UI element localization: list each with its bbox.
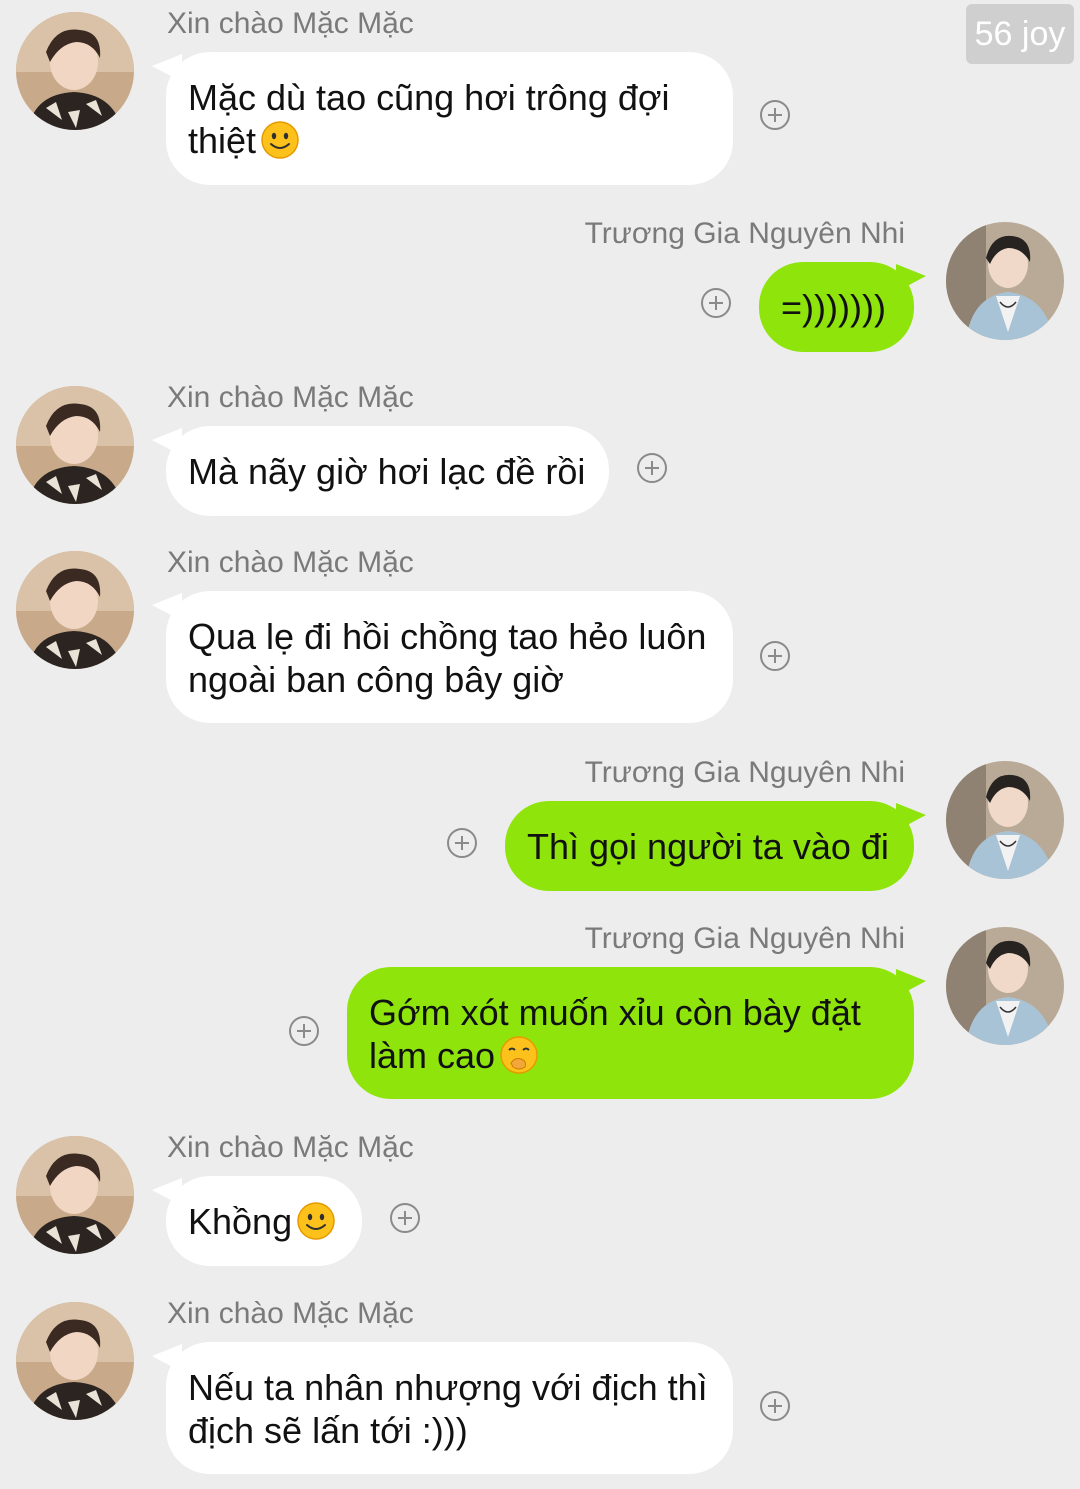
sender-name: Xin chào Mặc Mặc xyxy=(167,1131,414,1164)
sender-name: Xin chào Mặc Mặc xyxy=(167,381,414,414)
sender-name: Xin chào Mặc Mặc xyxy=(167,546,414,579)
message-text-line: địch sẽ lấn tới :))) xyxy=(188,1410,468,1451)
message-text-line: Mà nãy giờ hơi lạc đề rồi xyxy=(188,451,586,492)
add-reaction-icon[interactable] xyxy=(701,288,731,318)
avatar-photo xyxy=(16,386,134,504)
avatar-photo xyxy=(16,1302,134,1420)
message-bubble[interactable]: Qua lẹ đi hồi chồng tao hẻo luôn ngoài b… xyxy=(166,591,733,723)
message-text-line: =))))))) xyxy=(781,287,886,328)
sender-name: Trương Gia Nguyên Nhi xyxy=(584,756,905,789)
avatar[interactable] xyxy=(946,222,1064,340)
message-text-line: Thì gọi người ta vào đi xyxy=(527,826,889,867)
message-text-line: Khồng xyxy=(188,1201,293,1242)
avatar-photo xyxy=(946,927,1064,1045)
watermark: 56 joy xyxy=(966,4,1074,64)
avatar-photo xyxy=(946,761,1064,879)
add-reaction-icon[interactable] xyxy=(637,453,667,483)
message-bubble[interactable]: Nếu ta nhân nhượng với địch thì địch sẽ … xyxy=(166,1342,733,1474)
avatar-photo xyxy=(946,222,1064,340)
add-reaction-icon[interactable] xyxy=(289,1016,319,1046)
message-text-line: Gớm xót muốn xỉu còn bày đặt xyxy=(369,992,861,1033)
avatar[interactable] xyxy=(946,761,1064,879)
sender-name: Xin chào Mặc Mặc xyxy=(167,1297,414,1330)
sender-name: Trương Gia Nguyên Nhi xyxy=(584,217,905,250)
add-reaction-icon[interactable] xyxy=(760,641,790,671)
avatar[interactable] xyxy=(16,551,134,669)
message-text-line: Qua lẹ đi hồi chồng tao hẻo luôn xyxy=(188,616,707,657)
message-bubble[interactable]: Gớm xót muốn xỉu còn bày đặt làm cao xyxy=(347,967,914,1099)
sender-name: Xin chào Mặc Mặc xyxy=(167,7,414,40)
add-reaction-icon[interactable] xyxy=(760,1391,790,1421)
message-bubble[interactable]: =))))))) xyxy=(759,262,914,352)
message-bubble[interactable]: Mà nãy giờ hơi lạc đề rồi xyxy=(166,426,609,516)
avatar[interactable] xyxy=(16,386,134,504)
message-bubble[interactable]: Mặc dù tao cũng hơi trông đợi thiệt xyxy=(166,52,733,185)
add-reaction-icon[interactable] xyxy=(760,100,790,130)
slightly-smiling-face-icon xyxy=(296,1201,336,1241)
add-reaction-icon[interactable] xyxy=(390,1203,420,1233)
avatar-photo xyxy=(16,551,134,669)
message-text-line: làm cao xyxy=(369,1035,496,1076)
avatar[interactable] xyxy=(946,927,1064,1045)
sender-name: Trương Gia Nguyên Nhi xyxy=(584,922,905,955)
message-text-line: ngoài ban công bây giờ xyxy=(188,659,564,700)
avatar[interactable] xyxy=(16,1302,134,1420)
avatar-photo xyxy=(16,1136,134,1254)
message-bubble[interactable]: Khồng xyxy=(166,1176,362,1266)
avatar-photo xyxy=(16,12,134,130)
face-with-hand-over-mouth-icon xyxy=(499,1035,539,1075)
slightly-smiling-face-icon xyxy=(260,120,300,160)
message-text-line: Nếu ta nhân nhượng với địch thì xyxy=(188,1367,708,1408)
add-reaction-icon[interactable] xyxy=(447,828,477,858)
message-text-line: thiệt xyxy=(188,120,257,161)
message-text-line: Mặc dù tao cũng hơi trông đợi xyxy=(188,77,670,118)
message-bubble[interactable]: Thì gọi người ta vào đi xyxy=(505,801,914,891)
avatar[interactable] xyxy=(16,12,134,130)
avatar[interactable] xyxy=(16,1136,134,1254)
